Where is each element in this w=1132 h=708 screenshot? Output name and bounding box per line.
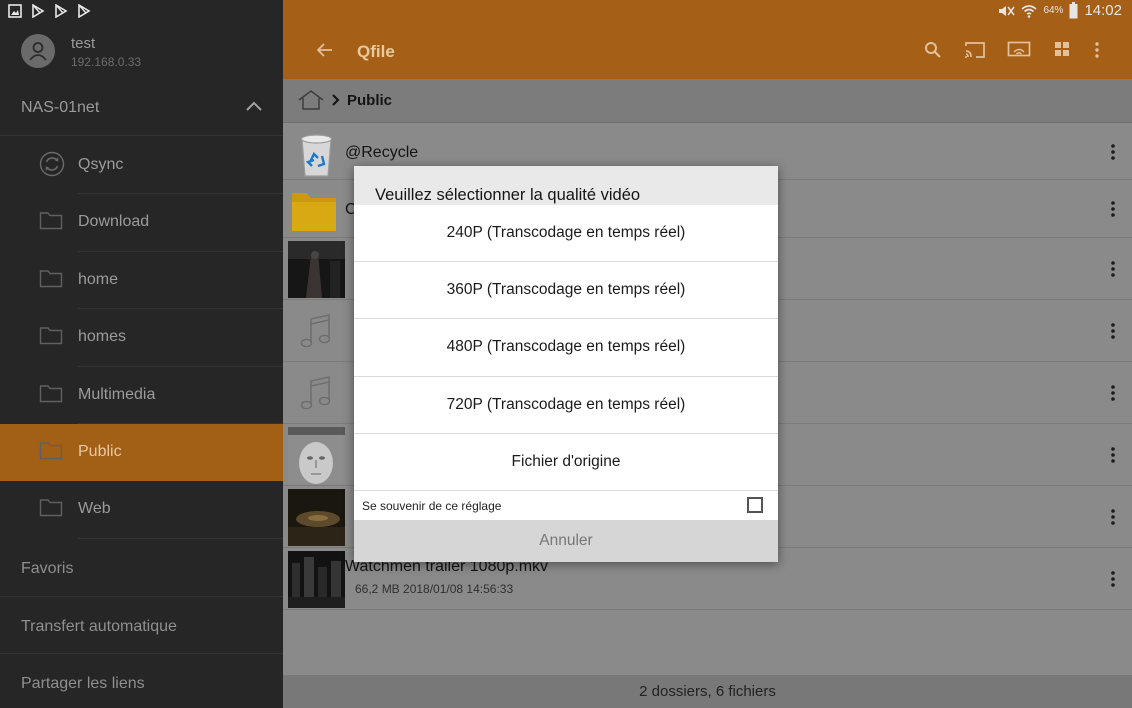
remember-setting-row[interactable]: Se souvenir de ce réglage: [354, 491, 778, 520]
folder-summary: 2 dossiers, 6 fichiers: [283, 675, 1132, 708]
more-vertical-icon[interactable]: [1110, 322, 1116, 340]
cast-icon[interactable]: [964, 41, 986, 59]
remember-setting-label: Se souvenir de ce réglage: [362, 498, 502, 513]
folder-icon: [39, 210, 63, 230]
sidebar-item-public[interactable]: Public: [0, 423, 283, 482]
dialog-title: Veuillez sélectionner la qualité vidéo: [354, 166, 778, 205]
nas-header[interactable]: NAS-01net: [0, 80, 283, 136]
search-icon[interactable]: [924, 41, 942, 59]
wifi-icon: [1021, 4, 1037, 18]
share-list: Qsync Download home homes Multimedia Public We…: [0, 137, 283, 540]
folder-thumbnail: [288, 183, 345, 240]
sidebar-item-label: homes: [78, 328, 127, 346]
video-thumbnail: [288, 427, 345, 484]
more-vertical-icon[interactable]: [1110, 200, 1116, 218]
avatar: [21, 34, 55, 68]
drawer-menu-label: Favoris: [21, 560, 74, 577]
user-profile[interactable]: test 192.168.0.33: [0, 24, 283, 80]
play-store-notification-icon: [54, 4, 68, 18]
quality-option[interactable]: Fichier d'origine: [354, 434, 778, 491]
gallery-notification-icon: [8, 4, 22, 18]
more-vertical-icon[interactable]: [1110, 143, 1116, 161]
more-vertical-icon[interactable]: [1094, 41, 1100, 59]
chevron-right-icon: [331, 92, 341, 108]
quality-option[interactable]: 720P (Transcodage en temps réel): [354, 377, 778, 434]
user-ip: 192.168.0.33: [71, 55, 142, 69]
sidebar-item-label: Public: [78, 442, 122, 460]
sidebar-item-homes[interactable]: homes: [0, 309, 283, 367]
quality-option[interactable]: 240P (Transcodage en temps réel): [354, 205, 778, 263]
video-thumbnail: [288, 241, 345, 298]
breadcrumb: Public: [283, 79, 1132, 123]
quality-option[interactable]: 360P (Transcodage en temps réel): [354, 262, 778, 320]
battery-icon: [1069, 2, 1078, 19]
more-vertical-icon[interactable]: [1110, 384, 1116, 402]
sidebar-item-label: Multimedia: [78, 385, 156, 403]
nas-label: NAS-01net: [21, 99, 100, 116]
grid-view-icon[interactable]: [1054, 41, 1070, 57]
sidebar-item-label: Qsync: [78, 156, 124, 173]
music-note-icon: [288, 365, 345, 422]
drawer-menu: Favoris Transfert automatique Partager les…: [0, 539, 283, 708]
folder-icon: [39, 268, 63, 288]
back-arrow-icon[interactable]: [316, 41, 334, 59]
chevron-up-icon[interactable]: [244, 99, 264, 113]
play-store-notification-icon: [77, 4, 91, 18]
drawer-menu-label: Partager les liens: [21, 675, 145, 692]
folder-icon: [39, 383, 63, 403]
folder-icon: [39, 325, 63, 345]
battery-level: 64%: [1043, 5, 1064, 16]
folder-icon: [39, 497, 63, 517]
more-vertical-icon[interactable]: [1110, 570, 1116, 588]
sidebar-item-qsync[interactable]: Qsync: [0, 137, 283, 195]
music-note-icon: [288, 303, 345, 360]
sidebar-item-label: Web: [78, 500, 111, 518]
quality-option-list: 240P (Transcodage en temps réel) 360P (Tr…: [354, 205, 778, 491]
quality-option[interactable]: 480P (Transcodage en temps réel): [354, 319, 778, 377]
status-bar: 64% 14:02: [0, 0, 1132, 24]
qsync-icon: [39, 151, 65, 177]
sidebar-item-multimedia[interactable]: Multimedia: [0, 367, 283, 425]
video-quality-dialog: Veuillez sélectionner la qualité vidéo 2…: [354, 166, 778, 562]
sidebar-item-home[interactable]: home: [0, 252, 283, 310]
home-icon[interactable]: [297, 89, 325, 111]
user-name: test: [71, 35, 96, 52]
folder-icon: [39, 440, 63, 460]
video-thumbnail: [288, 551, 345, 608]
file-name: @Recycle: [345, 144, 419, 161]
app-title: Qfile: [357, 42, 395, 61]
video-thumbnail: [288, 489, 345, 546]
clock: 14:02: [1084, 2, 1122, 19]
drawer-menu-item[interactable]: Favoris: [0, 539, 283, 597]
more-vertical-icon[interactable]: [1110, 260, 1116, 278]
sidebar-item-web[interactable]: Web: [0, 481, 283, 540]
navigation-drawer: test 192.168.0.33 NAS-01net Qsync Downloa…: [0, 0, 283, 708]
more-vertical-icon[interactable]: [1110, 508, 1116, 526]
breadcrumb-current[interactable]: Public: [347, 92, 392, 109]
play-store-notification-icon: [31, 4, 45, 18]
sidebar-item-download[interactable]: Download: [0, 194, 283, 253]
cancel-button[interactable]: Annuler: [354, 519, 778, 562]
sidebar-item-label: home: [78, 270, 119, 288]
drawer-menu-item[interactable]: Partager les liens: [0, 654, 283, 708]
mute-icon: [997, 4, 1016, 18]
drawer-menu-item[interactable]: Transfert automatique: [0, 597, 283, 654]
stream-icon[interactable]: [1007, 41, 1031, 59]
sidebar-item-label: Download: [78, 213, 150, 231]
more-vertical-icon[interactable]: [1110, 446, 1116, 464]
recycle-bin-icon: [288, 126, 345, 183]
drawer-menu-label: Transfert automatique: [21, 617, 177, 635]
file-meta: 66,2 MB 2018/01/08 14:56:33: [355, 582, 514, 596]
remember-setting-checkbox[interactable]: [747, 496, 763, 513]
